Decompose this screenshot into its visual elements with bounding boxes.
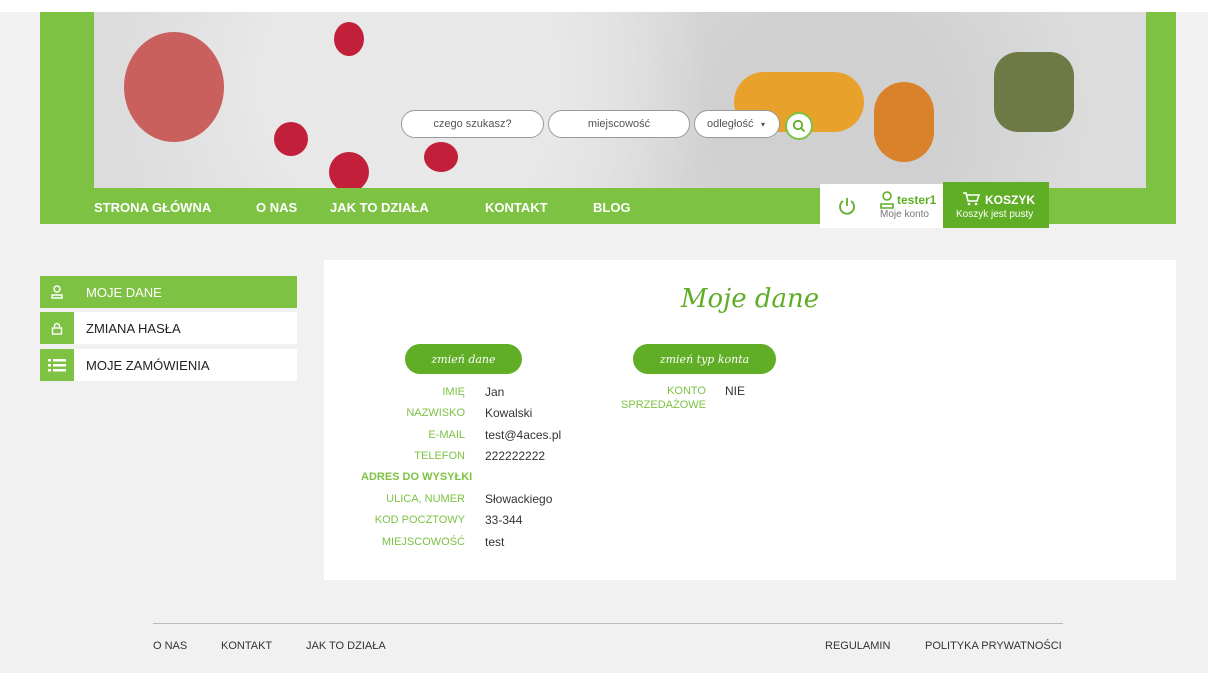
field-value-last-name: Kowalski [485, 406, 533, 420]
distance-value: odległość [707, 118, 754, 130]
field-label-first-name: IMIĘ [442, 386, 465, 398]
cart-title: KOSZYK [985, 193, 1036, 207]
cart-icon [963, 192, 980, 206]
nav-blog[interactable]: BLOG [593, 200, 631, 215]
field-value-street: Słowackiego [485, 492, 553, 506]
list-icon [40, 349, 74, 381]
search-button[interactable] [785, 112, 813, 140]
field-value-first-name: Jan [485, 385, 505, 399]
footer-link-privacy[interactable]: POLITYKA PRYWATNOŚCI [925, 640, 1062, 652]
sidebar-item-my-orders[interactable]: MOJE ZAMÓWIENIA [40, 349, 297, 381]
footer-link-how-it-works[interactable]: JAK TO DZIAŁA [306, 640, 386, 652]
cart-status: Koszyk jest pusty [956, 209, 1034, 220]
field-label-email: E-MAIL [428, 429, 465, 441]
field-label-city: MIEJSCOWOŚĆ [381, 536, 465, 548]
field-label-postal-code: KOD POCZTOWY [374, 514, 465, 526]
field-value-email: test@4aces.pl [485, 428, 562, 442]
sidebar-item-label: ZMIANA HASŁA [86, 320, 181, 336]
distance-select[interactable]: odległość ▾ [694, 110, 780, 138]
field-value-postal-code: 33-344 [485, 513, 523, 527]
field-label-seller-account: KONTO SPRZEDAŻOWE [621, 385, 706, 411]
user-icon [880, 191, 894, 209]
sidebar-item-label: MOJE ZAMÓWIENIA [86, 357, 210, 373]
power-icon[interactable] [837, 196, 857, 216]
edit-data-button[interactable]: zmień dane [405, 344, 522, 374]
lock-icon [40, 312, 74, 344]
field-label-phone: TELEFON [414, 450, 465, 462]
field-value-seller-account: NIE [725, 384, 746, 398]
main-panel: Moje dane zmień dane zmień typ konta IMI… [324, 260, 1176, 580]
search-input[interactable]: czego szukasz? [401, 110, 544, 138]
field-label-last-name: NAZWISKO [406, 407, 465, 419]
account-link[interactable]: Moje konto [880, 209, 929, 220]
search-icon [792, 119, 806, 133]
footer-link-contact[interactable]: KONTAKT [221, 640, 272, 652]
address-heading: ADRES DO WYSYŁKI [361, 471, 473, 483]
change-account-type-button[interactable]: zmień typ konta [633, 344, 776, 374]
field-value-city: test [485, 535, 505, 549]
sidebar-item-label: MOJE DANE [86, 284, 162, 300]
sidebar-item-my-data[interactable]: MOJE DANE [40, 276, 297, 308]
page-title: Moje dane [680, 284, 820, 314]
nav-home[interactable]: STRONA GŁÓWNA [94, 200, 211, 215]
caret-down-icon: ▾ [761, 119, 766, 129]
hero-banner [94, 12, 1146, 188]
field-value-phone: 222222222 [485, 449, 546, 463]
user-icon [40, 276, 74, 308]
account-username[interactable]: tester1 [897, 193, 936, 207]
footer-link-about[interactable]: O NAS [153, 640, 187, 652]
field-label-street: ULICA, NUMER [386, 493, 465, 505]
nav-contact[interactable]: KONTAKT [485, 200, 548, 215]
top-strip [0, 0, 1208, 12]
nav-how-it-works[interactable]: JAK TO DZIAŁA [330, 200, 429, 215]
nav-about[interactable]: O NAS [256, 200, 297, 215]
footer-divider [153, 623, 1063, 624]
location-input[interactable]: miejscowość [548, 110, 690, 138]
footer-link-terms[interactable]: REGULAMIN [825, 640, 890, 652]
sidebar-item-change-password[interactable]: ZMIANA HASŁA [40, 312, 297, 344]
